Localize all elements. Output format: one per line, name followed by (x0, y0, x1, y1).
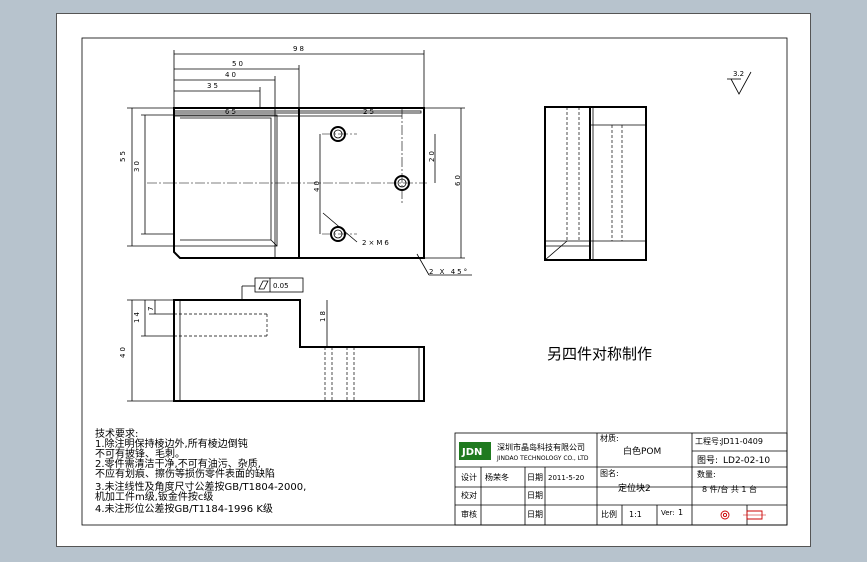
scale-label: 比例 (601, 509, 617, 519)
surface-finish-symbol: 3.2 (727, 70, 752, 95)
date3-label: 日期 (527, 510, 543, 519)
front-pocket (174, 114, 278, 247)
version-value: 1 (678, 508, 683, 517)
dim-7: 7 (147, 305, 155, 311)
front-pocket-chamfer (270, 239, 278, 247)
title-block: JDN 深圳市晶岛科技有限公司 JINDAO TECHNOLOGY CO., L… (454, 432, 788, 526)
material-label: 材质: (600, 433, 619, 443)
drawing-no-label: 图号: (697, 455, 718, 466)
name-label: 图名: (600, 468, 619, 478)
date2-label: 日期 (527, 491, 543, 500)
designer-name: 杨荣冬 (485, 472, 509, 482)
dim-25: 25 (363, 108, 376, 116)
dim-14: 14 (133, 310, 141, 323)
date-value: 2011-5-20 (548, 474, 584, 482)
front-view (147, 107, 427, 259)
front-top-edge (173, 110, 422, 114)
company-name-en: JINDAO TECHNOLOGY CO., LTD (496, 455, 589, 462)
tech-requirements: 技术要求: 1.除注明保持棱边外,所有棱边倒钝 不可有披锋、毛刺。 2.零件需清… (95, 427, 306, 515)
flatness-icon (258, 280, 269, 290)
design-label: 设计 (461, 472, 477, 482)
dim-40-height: 40 (119, 345, 127, 358)
projection-symbol-icon (720, 510, 766, 520)
chamfer-callout: 2 X 45° (429, 268, 469, 276)
bottom-view-outline (173, 299, 425, 402)
drawing-sheet: 98 50 40 35 65 25 55 30 20 60 40 2×M6 2 … (56, 13, 811, 547)
dim-50: 50 (232, 60, 245, 68)
dim-55: 55 (119, 149, 127, 162)
dim-40: 40 (225, 71, 238, 79)
side-view (544, 106, 647, 261)
dim-40-holes: 40 (313, 179, 321, 192)
check-label: 校对 (461, 490, 477, 500)
flatness-value: 0.05 (273, 282, 289, 290)
company-logo-text: JDN (461, 447, 482, 458)
dim-30: 30 (133, 159, 141, 172)
drawing-canvas: 98 50 40 35 65 25 55 30 20 60 40 2×M6 2 … (81, 37, 788, 526)
tech-line-6: 机加工件m级,钣金件按c级 (95, 490, 213, 503)
dim-18: 18 (319, 309, 327, 322)
dim-20: 20 (428, 149, 436, 162)
tech-line-7: 4.未注形位公差按GB/T1184-1996 K级 (95, 502, 273, 515)
scale-value: 1:1 (629, 510, 642, 519)
material-value: 白色POM (623, 445, 661, 457)
mirror-note: 另四件对称制作 (547, 345, 652, 363)
front-dimensions: 98 50 40 35 65 25 55 30 20 60 40 2×M6 2 … (119, 45, 472, 276)
project-label: 工程号: (695, 437, 722, 446)
dim-60: 60 (454, 173, 462, 186)
thread-callout: 2×M6 (362, 239, 391, 247)
dim-35: 35 (207, 82, 220, 90)
tech-line-4: 不应有划痕、擦伤等损伤零件表面的缺陷 (95, 467, 275, 480)
front-pocket-inner (180, 117, 272, 241)
drawing-no-value: LD2-02-10 (723, 456, 770, 466)
dim-65: 65 (225, 108, 238, 116)
date-label: 日期 (527, 473, 543, 482)
surface-finish-value: 3.2 (733, 70, 744, 78)
name-value: 定位块2 (618, 482, 651, 494)
drawing-viewport: 98 50 40 35 65 25 55 30 20 60 40 2×M6 2 … (0, 0, 867, 562)
qty-label: 数量: (697, 469, 716, 479)
project-value: JD11-0409 (720, 437, 763, 446)
qty-value: 8 件/台 共 1 台 (702, 484, 757, 494)
company-name-cn: 深圳市晶岛科技有限公司 (497, 442, 585, 452)
bottom-view: 40 14 7 18 0.05 (119, 277, 425, 402)
version-label: Ver: (661, 509, 675, 517)
side-view-outline (544, 106, 647, 261)
dim-98: 98 (293, 45, 306, 53)
approve-label: 审核 (461, 509, 477, 519)
